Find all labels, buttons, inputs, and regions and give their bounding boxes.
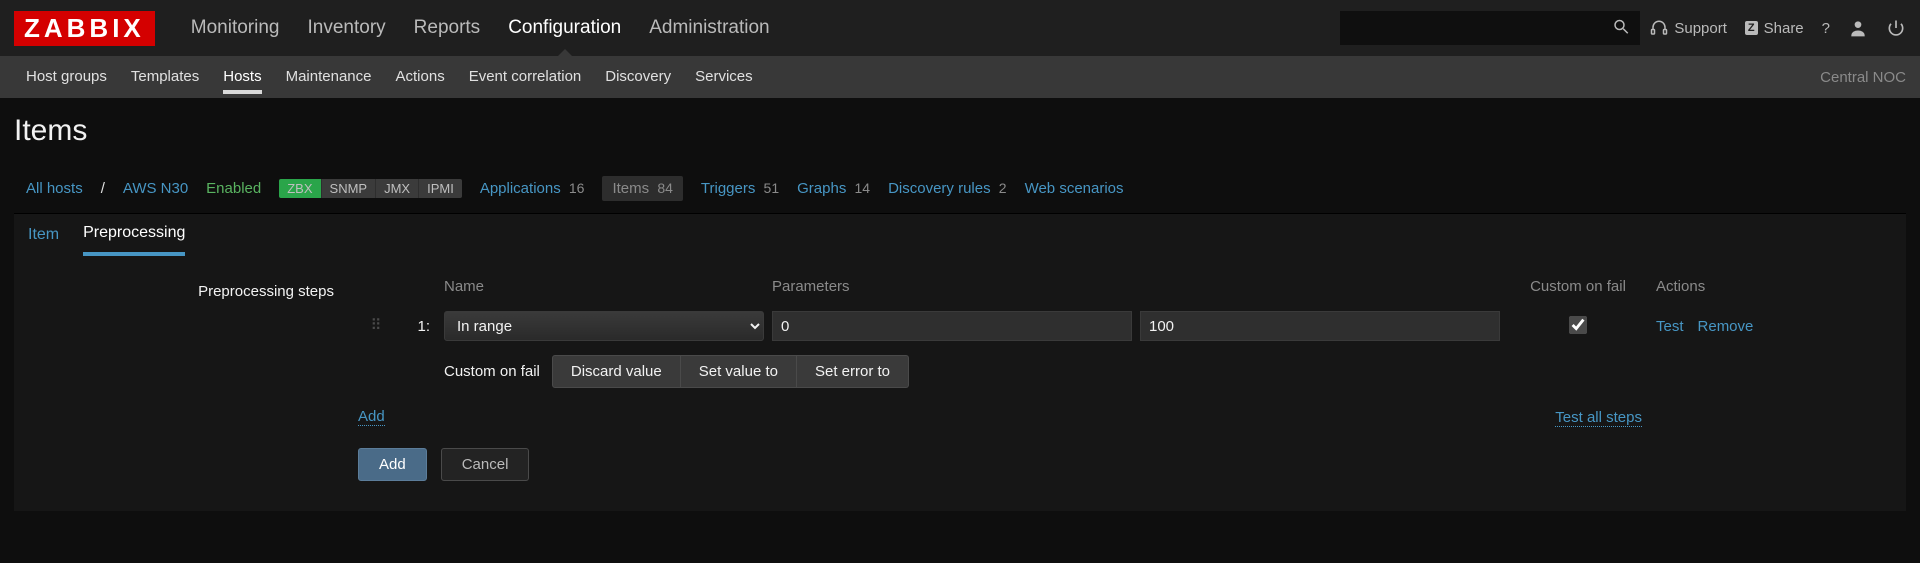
- power-icon[interactable]: [1886, 18, 1906, 38]
- interface-tags: ZBX SNMP JMX IPMI: [279, 179, 462, 198]
- discovery-link[interactable]: Discovery rules: [888, 180, 991, 197]
- hostbar-items[interactable]: Items 84: [602, 176, 682, 201]
- page: Items All hosts / AWS N30 Enabled ZBX SN…: [0, 98, 1920, 527]
- drag-handle-icon[interactable]: ⠿: [366, 321, 388, 331]
- headset-icon: [1650, 19, 1668, 37]
- triggers-count: 51: [764, 180, 780, 196]
- applications-count: 16: [569, 180, 585, 196]
- hostbar-graphs[interactable]: Graphs 14: [797, 180, 870, 197]
- tag-snmp[interactable]: SNMP: [321, 179, 376, 198]
- search-input[interactable]: [1340, 11, 1640, 45]
- subnav-hosts[interactable]: Hosts: [211, 56, 273, 98]
- subnav-host-groups[interactable]: Host groups: [14, 56, 119, 98]
- tag-zbx[interactable]: ZBX: [279, 179, 320, 198]
- tab-preprocessing[interactable]: Preprocessing: [83, 224, 185, 256]
- nav-configuration[interactable]: Configuration: [494, 0, 635, 56]
- step-param1-input[interactable]: [772, 311, 1132, 341]
- col-cof: Custom on fail: [1508, 278, 1648, 305]
- hostbar-applications[interactable]: Applications 16: [480, 180, 585, 197]
- share-badge-icon: Z: [1745, 21, 1758, 35]
- discovery-count: 2: [999, 180, 1007, 196]
- subnav-discovery[interactable]: Discovery: [593, 56, 683, 98]
- tab-item[interactable]: Item: [28, 226, 59, 254]
- col-actions: Actions: [1656, 278, 1776, 305]
- test-all-steps-link[interactable]: Test all steps: [1555, 409, 1642, 427]
- cof-set-error-to-button[interactable]: Set error to: [797, 355, 909, 388]
- cof-set-value-to-button[interactable]: Set value to: [681, 355, 797, 388]
- breadcrumb-sep: /: [101, 180, 105, 197]
- step-remove-link[interactable]: Remove: [1698, 318, 1754, 335]
- subnav-templates[interactable]: Templates: [119, 56, 211, 98]
- nav-inventory[interactable]: Inventory: [294, 0, 400, 56]
- custom-on-fail-checkbox[interactable]: [1569, 316, 1587, 334]
- share-label: Share: [1764, 20, 1804, 37]
- graphs-count: 14: [855, 180, 871, 196]
- add-step-link[interactable]: Add: [358, 408, 385, 426]
- topbar: ZABBIX Monitoring Inventory Reports Conf…: [0, 0, 1920, 56]
- step-number: 1:: [396, 318, 436, 335]
- cof-discard-value-button[interactable]: Discard value: [552, 355, 681, 388]
- inner-panel: Item Preprocessing Preprocessing steps N…: [14, 213, 1906, 511]
- search-wrap: [1340, 11, 1640, 45]
- zabbix-logo[interactable]: ZABBIX: [14, 11, 155, 46]
- step-test-link[interactable]: Test: [1656, 318, 1684, 335]
- user-icon[interactable]: [1848, 18, 1868, 38]
- tag-ipmi[interactable]: IPMI: [418, 179, 462, 198]
- items-count: 84: [657, 180, 673, 196]
- col-name: Name: [444, 278, 764, 305]
- subnav-maintenance[interactable]: Maintenance: [274, 56, 384, 98]
- edit-tabs: Item Preprocessing: [14, 214, 1906, 256]
- share-link[interactable]: Z Share: [1745, 20, 1804, 37]
- cof-label: Custom on fail: [444, 363, 540, 380]
- host-status-enabled: Enabled: [206, 180, 261, 197]
- triggers-link[interactable]: Triggers: [701, 180, 755, 197]
- submit-add-button[interactable]: Add: [358, 448, 427, 481]
- help-link[interactable]: ?: [1822, 20, 1830, 37]
- col-params: Parameters: [772, 278, 1132, 305]
- tag-jmx[interactable]: JMX: [375, 179, 418, 198]
- form-area: Preprocessing steps Name Parameters Cust…: [14, 256, 1906, 511]
- items-link[interactable]: Items: [612, 180, 649, 197]
- applications-link[interactable]: Applications: [480, 180, 561, 197]
- hostbar-discovery[interactable]: Discovery rules 2: [888, 180, 1007, 197]
- subnav-actions[interactable]: Actions: [384, 56, 457, 98]
- breadcrumb-all-hosts[interactable]: All hosts: [26, 180, 83, 197]
- support-link[interactable]: Support: [1650, 19, 1727, 37]
- subnav-event-correlation[interactable]: Event correlation: [457, 56, 594, 98]
- step-type-select[interactable]: In range: [444, 311, 764, 341]
- breadcrumb-host[interactable]: AWS N30: [123, 180, 188, 197]
- step-row-1: ⠿ 1: In range Test Remov: [28, 311, 1892, 341]
- sub-nav: Host groups Templates Hosts Maintenance …: [0, 56, 1920, 98]
- steps-label: Preprocessing steps: [28, 283, 358, 300]
- nav-monitoring[interactable]: Monitoring: [177, 0, 294, 56]
- step-param2-input[interactable]: [1140, 311, 1500, 341]
- cancel-button[interactable]: Cancel: [441, 448, 530, 481]
- subnav-right-label: Central NOC: [1820, 69, 1906, 86]
- page-title: Items: [14, 114, 1906, 148]
- host-bar: All hosts / AWS N30 Enabled ZBX SNMP JMX…: [14, 168, 1906, 209]
- nav-reports[interactable]: Reports: [400, 0, 495, 56]
- main-nav: Monitoring Inventory Reports Configurati…: [177, 0, 784, 56]
- top-right: Support Z Share ?: [1650, 18, 1906, 38]
- graphs-link[interactable]: Graphs: [797, 180, 846, 197]
- support-label: Support: [1674, 20, 1727, 37]
- subnav-services[interactable]: Services: [683, 56, 765, 98]
- nav-administration[interactable]: Administration: [635, 0, 783, 56]
- cof-segmented: Discard value Set value to Set error to: [552, 355, 909, 388]
- webscenarios-link[interactable]: Web scenarios: [1025, 180, 1124, 197]
- hostbar-triggers[interactable]: Triggers 51: [701, 180, 779, 197]
